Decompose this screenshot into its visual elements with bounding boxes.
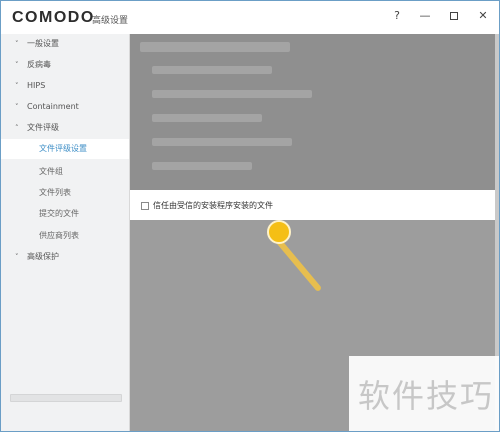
blurred-text: [152, 90, 312, 98]
sidebar-item-hips[interactable]: ˅ HIPS: [1, 76, 129, 96]
sidebar-item-submitted-files[interactable]: 提交的文件: [1, 204, 129, 224]
sidebar-item-label: 文件评级设置: [39, 144, 87, 153]
sidebar-item-label: 提交的文件: [39, 209, 79, 218]
blurred-text: [140, 42, 290, 52]
sidebar-item-advanced-protection[interactable]: ˅ 高级保护: [1, 247, 129, 267]
chevron-down-icon: ˅: [15, 253, 19, 261]
sidebar: ˅ 一般设置 ˅ 反病毒 ˅ HIPS ˅ Containment ˄ 文件评级…: [1, 34, 130, 431]
sidebar-item-label: 反病毒: [27, 60, 51, 69]
sidebar-item-label: 高级保护: [27, 252, 59, 261]
maximize-button[interactable]: [441, 6, 467, 26]
chevron-down-icon: ˅: [15, 82, 19, 90]
sidebar-item-label: 文件列表: [39, 188, 71, 197]
chevron-down-icon: ˅: [15, 103, 19, 111]
blurred-text: [152, 162, 252, 170]
sidebar-item-label: 供应商列表: [39, 231, 79, 240]
blurred-text: [152, 66, 272, 74]
sidebar-item-file-rating[interactable]: ˄ 文件评级: [1, 118, 129, 138]
comodo-logo: COMODO: [12, 9, 95, 26]
watermark: 软件技巧: [349, 356, 499, 431]
sidebar-item-file-list[interactable]: 文件列表: [1, 183, 129, 203]
trust-installer-label: 信任由受信的安装程序安装的文件: [153, 201, 273, 210]
sidebar-item-file-rating-settings[interactable]: 文件评级设置: [1, 139, 129, 159]
minimize-button[interactable]: —: [412, 6, 438, 26]
sidebar-item-containment[interactable]: ˅ Containment: [1, 97, 129, 117]
sidebar-item-file-groups[interactable]: 文件组: [1, 162, 129, 182]
pointer-circle-icon: [267, 220, 291, 244]
comodo-settings-window: COMODO 高级设置 ? — ✕ ˅ 一般设置 ˅ 反病毒 ˅ HIPS ˅ …: [0, 0, 500, 432]
sidebar-item-label: Containment: [27, 102, 79, 111]
trust-installer-checkbox[interactable]: [141, 202, 149, 210]
blurred-text: [152, 138, 292, 146]
help-button[interactable]: ?: [384, 6, 410, 26]
chevron-up-icon: ˄: [15, 124, 19, 132]
highlighted-option-row: 信任由受信的安装程序安装的文件: [130, 190, 495, 220]
sidebar-item-label: HIPS: [27, 81, 46, 90]
chevron-down-icon: ˅: [15, 61, 19, 69]
sidebar-item-label: 文件评级: [27, 123, 59, 132]
title-bar: COMODO 高级设置 ? — ✕: [1, 1, 499, 34]
sidebar-horizontal-scrollbar[interactable]: [10, 394, 122, 402]
sidebar-item-antivirus[interactable]: ˅ 反病毒: [1, 55, 129, 75]
sidebar-item-label: 一般设置: [27, 39, 59, 48]
window-title: 高级设置: [92, 16, 129, 26]
close-button[interactable]: ✕: [470, 6, 496, 26]
sidebar-item-label: 文件组: [39, 167, 63, 176]
maximize-icon: [450, 12, 458, 20]
sidebar-item-general-settings[interactable]: ˅ 一般设置: [1, 34, 129, 54]
blurred-text: [152, 114, 262, 122]
watermark-text: 软件技巧: [358, 377, 495, 415]
chevron-down-icon: ˅: [15, 40, 19, 48]
sidebar-item-vendor-list[interactable]: 供应商列表: [1, 226, 129, 246]
